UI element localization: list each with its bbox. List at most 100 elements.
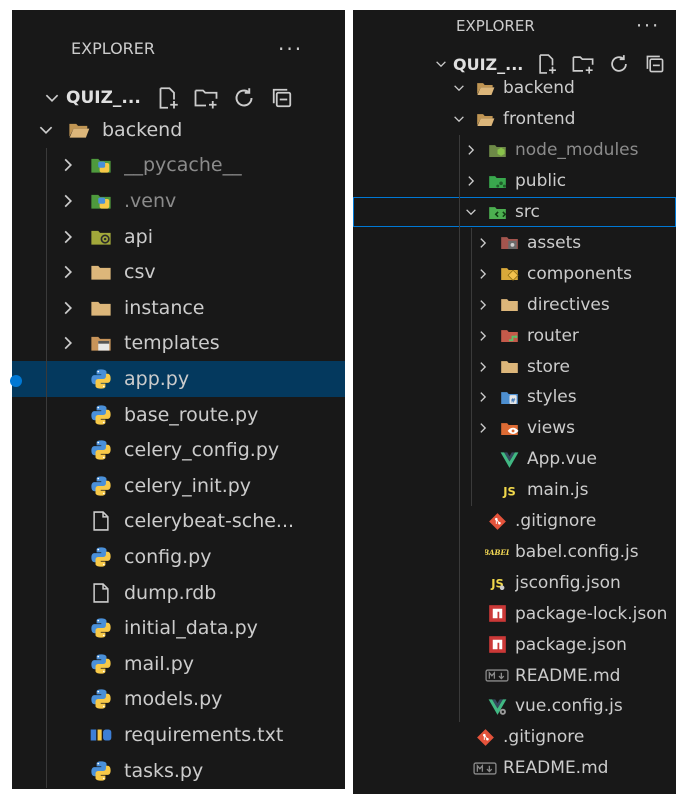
tree-file-celery-config-py[interactable]: celery_config.py (12, 432, 345, 468)
tree-folder-directives[interactable]: directives (353, 289, 676, 320)
tree-folder-views[interactable]: views (353, 413, 676, 444)
tree-file-dump-rdb[interactable]: dump.rdb (12, 575, 345, 611)
tree-file-readme-md[interactable]: README.md (353, 660, 676, 691)
tree-file-babel-config-js[interactable]: BABEL babel.config.js (353, 537, 676, 568)
python-icon (88, 653, 114, 675)
chevron-right-icon[interactable] (58, 192, 78, 210)
workspace-name: QUIZ_... (453, 54, 524, 74)
indent-guide (459, 134, 460, 722)
tree-file-package-json[interactable]: package.json (353, 629, 676, 660)
tree-item-label: requirements.txt (124, 723, 284, 746)
tree-file-base-route-py[interactable]: base_route.py (12, 397, 345, 433)
tree-file-tasks-py[interactable]: tasks.py (12, 753, 345, 789)
folder-icon (88, 297, 114, 319)
tree-folder-templates[interactable]: templates (12, 326, 345, 362)
tree-file-gitignore[interactable]: .gitignore (353, 506, 676, 537)
api-folder-icon (88, 226, 114, 248)
assets-folder-icon (497, 233, 521, 252)
components-folder-icon (497, 264, 521, 283)
chevron-right-icon[interactable] (475, 390, 491, 404)
tree-folder-styles[interactable]: # styles (353, 382, 676, 413)
workspace-root[interactable]: QUIZ_... (42, 80, 301, 116)
chevron-right-icon[interactable] (475, 298, 491, 312)
tree-item-label: vue.config.js (515, 696, 623, 717)
tree-folder-venv[interactable]: .venv (12, 183, 345, 219)
tree-file-requirements-txt[interactable]: requirements.txt (12, 717, 345, 753)
tree-item-label: __pycache__ (124, 154, 242, 177)
pip-requirements-icon (88, 724, 114, 746)
tree-folder-backend[interactable]: backend (12, 112, 345, 148)
tree-file-app-vue[interactable]: App.vue (353, 444, 676, 475)
tree-folder-frontend[interactable]: frontend (353, 104, 676, 135)
chevron-right-icon[interactable] (475, 329, 491, 343)
chevron-right-icon[interactable] (463, 143, 479, 157)
templates-folder-icon (88, 332, 114, 354)
tree-file-config-py[interactable]: config.py (12, 539, 345, 575)
tree-item-label: mail.py (124, 652, 195, 675)
chevron-right-icon[interactable] (58, 156, 78, 174)
chevron-down-icon[interactable] (36, 121, 56, 139)
chevron-down-icon[interactable] (451, 81, 467, 95)
markdown-icon (485, 666, 509, 685)
tree-item-label: store (527, 356, 570, 377)
tree-folder-api[interactable]: api (12, 219, 345, 255)
tree-file-vue-config-js[interactable]: vue.config.js (353, 691, 676, 722)
chevron-right-icon[interactable] (58, 263, 78, 281)
new-folder-button[interactable] (187, 86, 225, 110)
tree-folder-assets[interactable]: assets (353, 228, 676, 259)
tree-item-label: .venv (124, 189, 177, 212)
tree-folder-pycache[interactable]: __pycache__ (12, 148, 345, 184)
tree-folder-csv[interactable]: csv (12, 254, 345, 290)
chevron-down-icon[interactable] (463, 205, 479, 219)
tree-file-celerybeat-sche[interactable]: celerybeat-sche... (12, 504, 345, 540)
collapse-all-button[interactable] (263, 86, 301, 110)
tree-item-label: directives (527, 294, 610, 315)
refresh-button[interactable] (225, 86, 263, 110)
chevron-right-icon[interactable] (475, 421, 491, 435)
tree-file-readme-md[interactable]: README.md (353, 753, 676, 784)
tree-item-label: dump.rdb (124, 581, 217, 604)
tree-file-app-py[interactable]: app.py (12, 361, 345, 397)
chevron-right-icon[interactable] (475, 267, 491, 281)
tree-file-package-lock-json[interactable]: package-lock.json (353, 598, 676, 629)
tree-file-main-js[interactable]: JS main.js (353, 475, 676, 506)
explorer-panel-left: EXPLORER ··· QUIZ_... backend __pycache__… (12, 10, 345, 789)
more-actions-button[interactable]: ··· (636, 15, 660, 37)
tree-folder-backend[interactable]: backend (353, 73, 676, 104)
chevron-right-icon[interactable] (58, 334, 78, 352)
tree-item-label: main.js (527, 480, 589, 501)
public-folder-icon (485, 172, 509, 191)
python-folder-icon (88, 154, 114, 176)
tree-file-mail-py[interactable]: mail.py (12, 646, 345, 682)
tree-file-jsconfig-json[interactable]: JS jsconfig.json (353, 567, 676, 598)
tree-file-gitignore[interactable]: .gitignore (353, 722, 676, 753)
tree-folder-router[interactable]: router (353, 320, 676, 351)
tree-file-initial-data-py[interactable]: initial_data.py (12, 610, 345, 646)
tree-item-label: public (515, 171, 567, 192)
tree-item-label: csv (124, 261, 156, 284)
chevron-right-icon[interactable] (58, 299, 78, 317)
chevron-right-icon[interactable] (58, 228, 78, 246)
chevron-right-icon[interactable] (475, 360, 491, 374)
tree-folder-node-modules[interactable]: node_modules (353, 135, 676, 166)
chevron-right-icon[interactable] (475, 236, 491, 250)
chevron-down-icon (433, 57, 449, 71)
svg-text:JS: JS (502, 484, 516, 498)
more-actions-button[interactable]: ··· (278, 37, 303, 61)
tree-file-celery-init-py[interactable]: celery_init.py (12, 468, 345, 504)
tree-folder-store[interactable]: store (353, 351, 676, 382)
tree-folder-public[interactable]: public (353, 166, 676, 197)
chevron-down-icon[interactable] (451, 112, 467, 126)
tree-folder-src[interactable]: src (353, 196, 676, 228)
tree-item-label: tasks.py (124, 759, 204, 782)
tree-folder-components[interactable]: components (353, 258, 676, 289)
new-file-button[interactable] (149, 86, 187, 110)
tree-item-label: node_modules (515, 140, 639, 161)
tree-folder-instance[interactable]: instance (12, 290, 345, 326)
tree-item-label: babel.config.js (515, 541, 639, 562)
file-icon (88, 510, 114, 532)
tree-file-models-py[interactable]: models.py (12, 682, 345, 718)
tree-item-label: .gitignore (503, 727, 585, 748)
chevron-right-icon[interactable] (463, 174, 479, 188)
tree-item-label: src (515, 202, 540, 223)
